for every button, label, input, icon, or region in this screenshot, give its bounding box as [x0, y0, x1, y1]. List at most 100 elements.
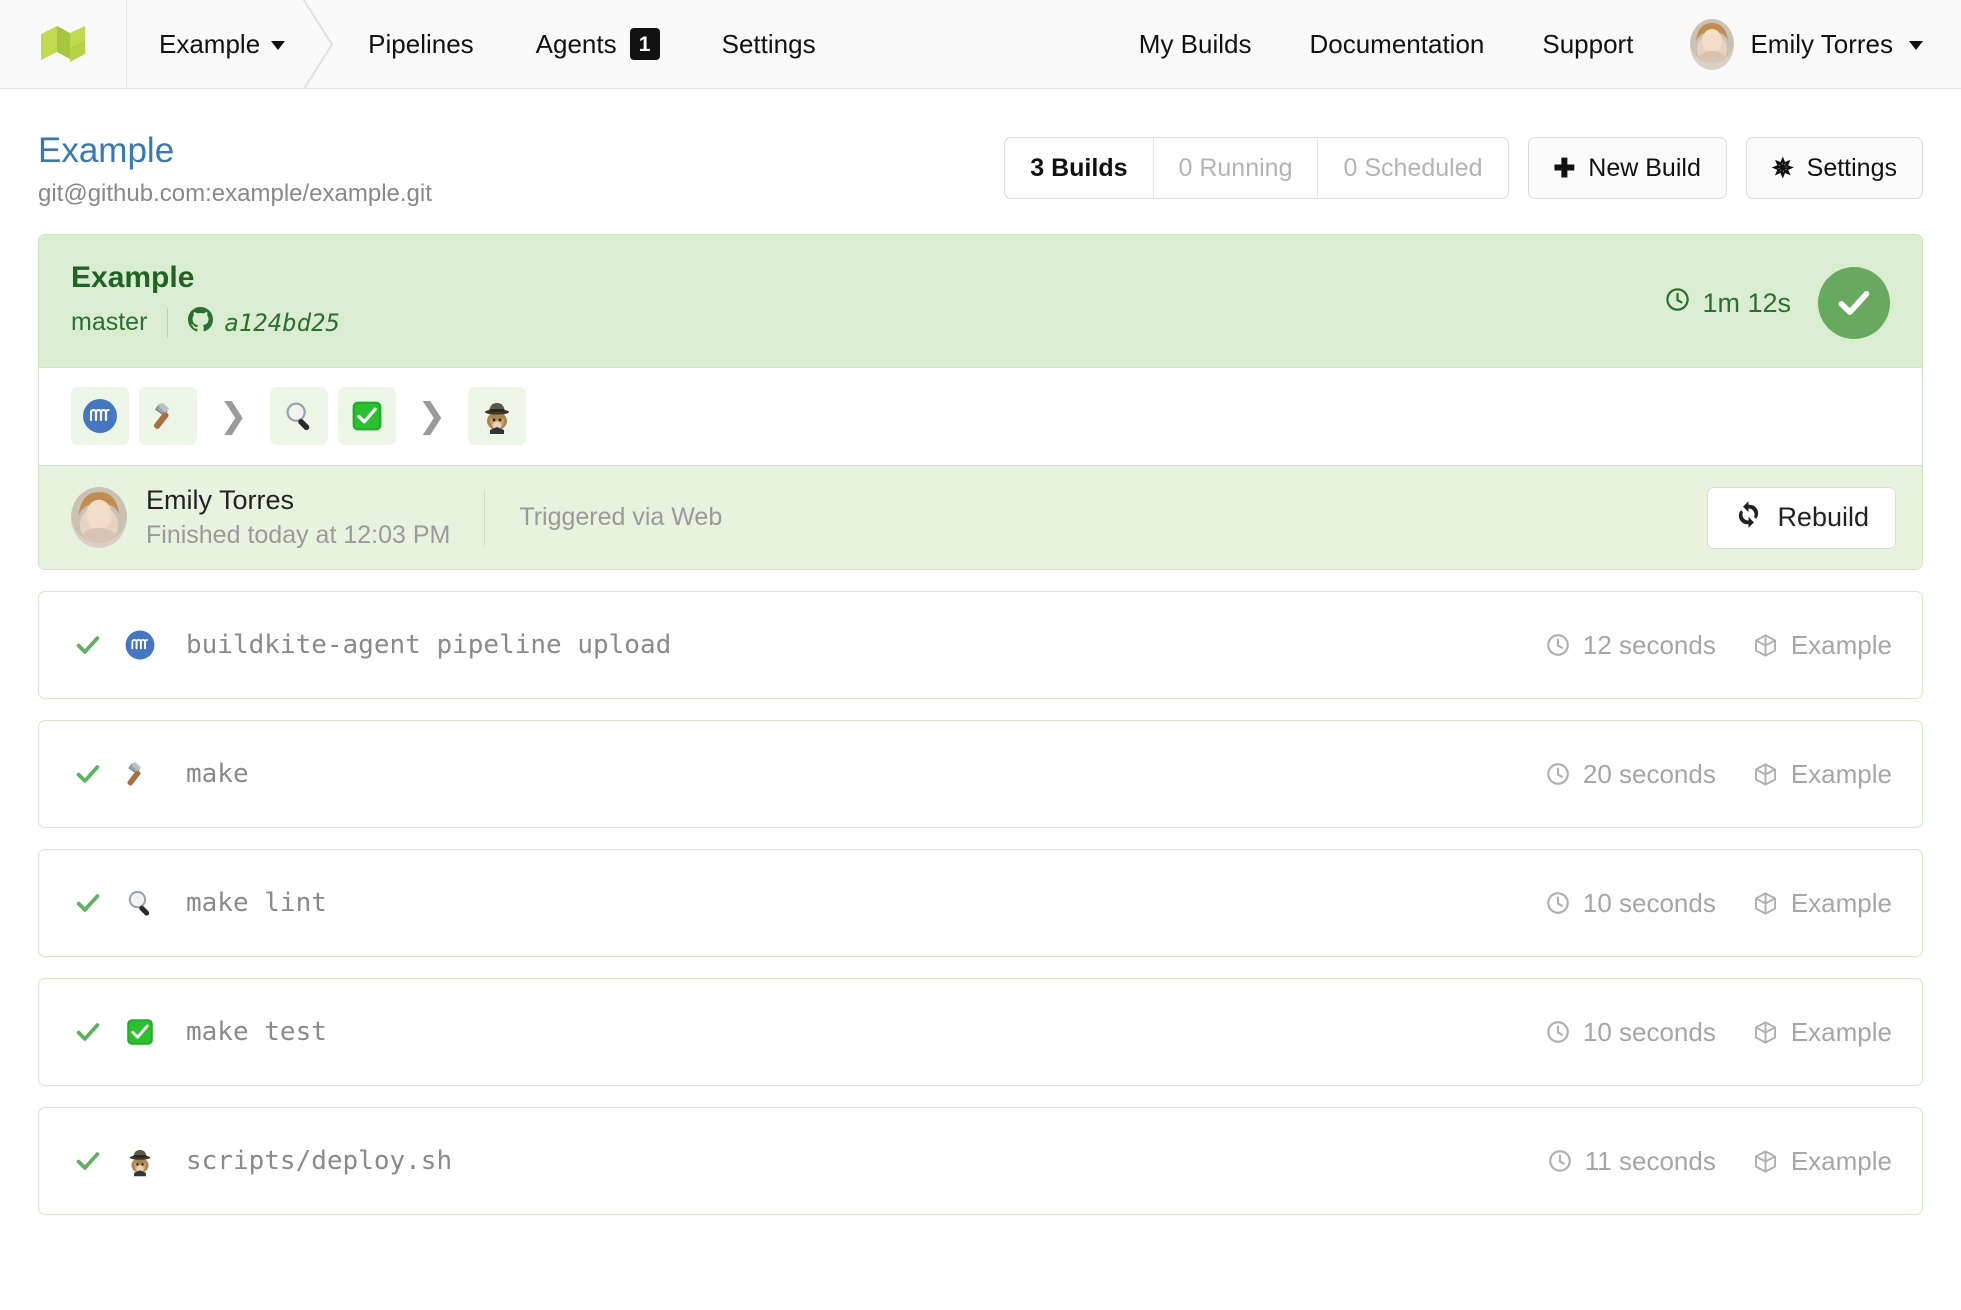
github-icon: [188, 307, 214, 338]
buildkite-agent-icon: [123, 628, 157, 662]
settings-button[interactable]: ✵ Settings: [1745, 137, 1923, 199]
job-duration: 10 seconds: [1545, 1017, 1716, 1048]
build-meta: master a124bd25: [71, 307, 340, 338]
nav-item-my-builds-label: My Builds: [1138, 28, 1252, 59]
build-pipeline-steps: ❯ ❯: [39, 367, 1922, 467]
build-creator: Emily Torres Finished today at 12:03 PM: [71, 485, 450, 550]
job-duration-label: 10 seconds: [1582, 887, 1716, 918]
job-metrics: 20 seconds Example: [1545, 759, 1892, 790]
nav-item-settings[interactable]: Settings: [691, 0, 847, 88]
build-duration-label: 1m 12s: [1702, 287, 1791, 318]
job-metrics: 10 seconds Example: [1545, 1017, 1892, 1048]
filter-running[interactable]: 0 Running: [1154, 138, 1319, 198]
nav-item-support-label: Support: [1542, 28, 1634, 59]
pipeline-step-magnifying-glass[interactable]: [269, 387, 328, 446]
nav-item-agents[interactable]: Agents 1: [505, 0, 691, 88]
job-duration-label: 20 seconds: [1582, 758, 1716, 789]
agent-cube-icon: [1754, 1150, 1776, 1173]
buildkite-home-link[interactable]: [0, 0, 127, 88]
plus-icon: ✚: [1553, 153, 1576, 183]
chevron-down-icon: [271, 41, 286, 50]
filter-builds[interactable]: 3 Builds: [1005, 138, 1154, 198]
footer-divider: [484, 489, 486, 546]
clock-icon: [1664, 286, 1691, 320]
rebuild-label: Rebuild: [1777, 502, 1869, 533]
org-switcher[interactable]: Example: [127, 0, 337, 89]
agent-cube-icon: [1754, 1021, 1776, 1044]
top-navigation-bar: Example Pipelines Agents 1 Settings My B…: [0, 0, 1961, 89]
build-status-passed-icon: [1818, 267, 1890, 340]
hammer-icon: [123, 757, 157, 791]
build-finished-time: Finished today at 12:03 PM: [146, 521, 451, 550]
nav-item-documentation-label: Documentation: [1309, 28, 1485, 59]
page-title-block: Example git@github.com:example/example.g…: [38, 131, 1004, 208]
job-duration: 10 seconds: [1545, 888, 1716, 919]
agents-count-badge: 1: [629, 28, 660, 60]
job-row[interactable]: make test 10 seconds Example: [38, 978, 1923, 1087]
build-status-area: 1m 12s: [1664, 261, 1890, 340]
job-label: make test: [186, 1017, 327, 1048]
nav-item-support[interactable]: Support: [1513, 0, 1662, 88]
job-metrics: 12 seconds Example: [1545, 630, 1892, 661]
user-menu[interactable]: Emily Torres: [1662, 18, 1923, 70]
job-row[interactable]: make 20 seconds Example: [38, 720, 1923, 829]
job-agent: Example: [1752, 1017, 1892, 1048]
page-title[interactable]: Example: [38, 131, 174, 170]
job-row[interactable]: scripts/deploy.sh 11 seconds Example: [38, 1107, 1923, 1216]
job-duration: 12 seconds: [1545, 630, 1716, 661]
build-branch[interactable]: master: [71, 308, 147, 337]
job-duration-label: 11 seconds: [1584, 1145, 1716, 1176]
avatar: [1690, 18, 1735, 70]
job-label: make: [186, 759, 249, 790]
agent-cube-icon: [1754, 892, 1776, 915]
job-duration: 20 seconds: [1545, 759, 1716, 790]
chevron-right-icon: ❯: [219, 396, 248, 437]
job-label: make lint: [186, 888, 327, 919]
meta-divider: [167, 307, 169, 338]
nav-item-documentation[interactable]: Documentation: [1280, 0, 1513, 88]
gear-icon: ✵: [1771, 153, 1794, 183]
job-agent: Example: [1752, 1146, 1892, 1177]
build-card-footer: Emily Torres Finished today at 12:03 PM …: [39, 466, 1922, 570]
page-body: Example git@github.com:example/example.g…: [0, 89, 1961, 1216]
job-duration-label: 10 seconds: [1582, 1016, 1716, 1047]
nav-item-settings-label: Settings: [721, 28, 816, 59]
secondary-nav: My Builds Documentation Support Emily To…: [1110, 0, 1961, 88]
job-metrics: 10 seconds Example: [1545, 888, 1892, 919]
cat-in-hat-icon: [123, 1144, 157, 1178]
build-name[interactable]: Example: [71, 261, 340, 294]
nav-item-pipelines-label: Pipelines: [368, 28, 474, 59]
build-filter-group: 3 Builds 0 Running 0 Scheduled: [1004, 137, 1509, 199]
job-agent-label: Example: [1790, 887, 1892, 918]
white-check-mark-icon: [123, 1015, 157, 1049]
job-identity: scripts/deploy.sh: [73, 1144, 452, 1178]
job-identity: buildkite-agent pipeline upload: [73, 628, 671, 662]
job-row[interactable]: make lint 10 seconds Example: [38, 849, 1923, 958]
build-trigger-source: Triggered via Web: [519, 503, 723, 532]
nav-item-pipelines[interactable]: Pipelines: [337, 0, 505, 88]
pipeline-step-white-check-mark[interactable]: [337, 387, 396, 446]
agent-cube-icon: [1754, 763, 1776, 786]
build-commit[interactable]: a124bd25: [188, 307, 340, 338]
job-duration: 11 seconds: [1547, 1146, 1716, 1177]
build-creator-name: Emily Torres: [146, 485, 295, 516]
settings-label: Settings: [1806, 153, 1897, 182]
clock-icon: [1547, 892, 1569, 915]
job-row[interactable]: buildkite-agent pipeline upload 12 secon…: [38, 591, 1923, 700]
rebuild-button[interactable]: Rebuild: [1707, 486, 1896, 549]
new-build-button[interactable]: ✚ New Build: [1527, 137, 1727, 199]
repository-url: git@github.com:example/example.git: [38, 180, 432, 208]
page-header: Example git@github.com:example/example.g…: [38, 89, 1923, 222]
pipeline-step-buildkite-agent[interactable]: [71, 387, 129, 446]
job-agent: Example: [1752, 759, 1892, 790]
pipeline-step-hammer[interactable]: [139, 387, 197, 446]
build-card[interactable]: Example master a124bd25 1m 12s ❯ ❯ Emily…: [38, 234, 1923, 571]
job-agent-label: Example: [1790, 758, 1892, 789]
filter-scheduled[interactable]: 0 Scheduled: [1318, 138, 1507, 198]
job-duration-label: 12 seconds: [1582, 629, 1716, 660]
job-status-passed-icon: [73, 1146, 103, 1176]
clock-icon: [1548, 1150, 1571, 1173]
clock-icon: [1547, 763, 1569, 786]
pipeline-step-cat-in-hat[interactable]: [468, 387, 526, 446]
nav-item-my-builds[interactable]: My Builds: [1110, 0, 1281, 88]
